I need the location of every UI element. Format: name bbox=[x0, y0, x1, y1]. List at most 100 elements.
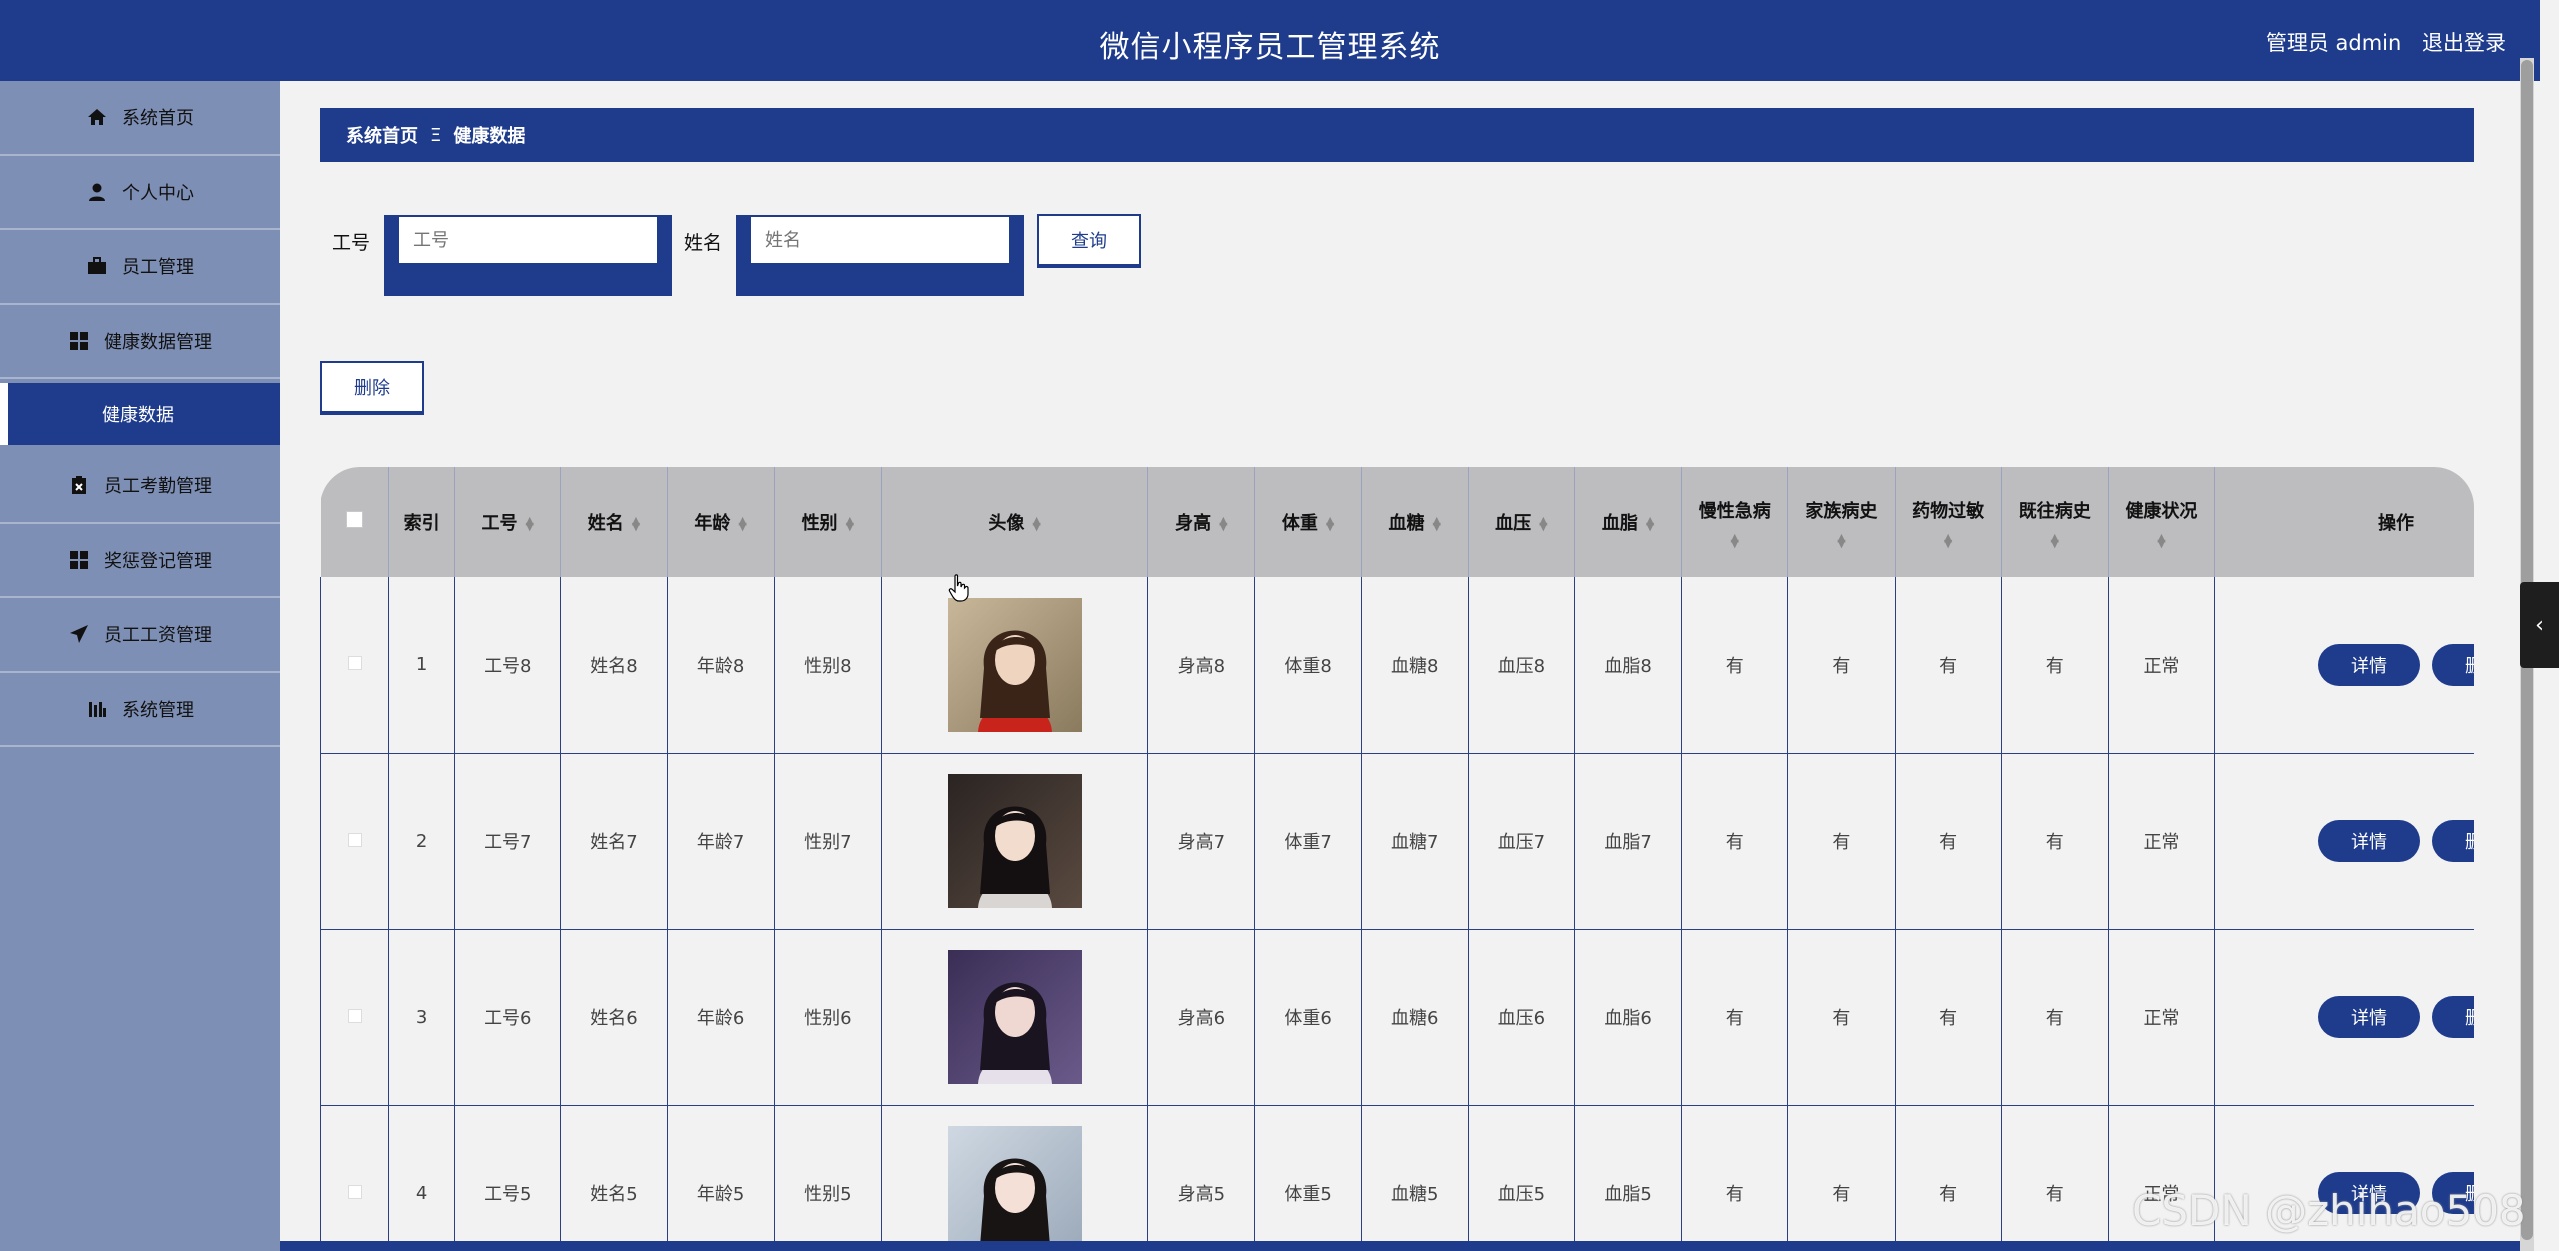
cell-age: 年龄8 bbox=[667, 577, 775, 754]
cell-sugar: 血糖5 bbox=[1361, 1105, 1469, 1251]
employee-id-input[interactable] bbox=[397, 215, 659, 265]
column-header-sortable[interactable]: 年龄 ▲ ▼ bbox=[667, 467, 775, 577]
sort-icon[interactable]: ▲ ▼ bbox=[526, 515, 534, 532]
sort-icon[interactable]: ▲ ▼ bbox=[2002, 532, 2108, 549]
sort-icon[interactable]: ▲ ▼ bbox=[846, 515, 854, 532]
column-header-sortable[interactable]: 工号 ▲ ▼ bbox=[454, 467, 562, 577]
logout-link[interactable]: 退出登录 bbox=[2422, 31, 2506, 55]
name-input[interactable] bbox=[749, 215, 1011, 265]
cell-lipid: 血脂8 bbox=[1574, 577, 1683, 754]
sidebar-item-label: 系统管理 bbox=[122, 699, 194, 721]
sidebar-item-salary[interactable]: 员工工资管理 bbox=[0, 598, 280, 673]
row-checkbox[interactable] bbox=[347, 832, 362, 847]
sidebar-item-attendance[interactable]: 员工考勤管理 bbox=[0, 449, 280, 524]
cell-lipid: 血脂5 bbox=[1574, 1105, 1683, 1251]
hand-cursor-icon bbox=[948, 574, 969, 602]
sidebar-item-label: 健康数据管理 bbox=[104, 331, 212, 353]
clipboard-icon bbox=[68, 474, 90, 496]
avatar bbox=[947, 597, 1082, 732]
sort-icon[interactable]: ▲ ▼ bbox=[738, 515, 746, 532]
cell-name: 姓名7 bbox=[560, 753, 668, 930]
sort-icon[interactable]: ▲ ▼ bbox=[2109, 532, 2214, 549]
column-header-sortable[interactable]: 性别 ▲ ▼ bbox=[774, 467, 882, 577]
column-header: 操作 bbox=[2214, 467, 2474, 577]
select-all-checkbox[interactable] bbox=[345, 511, 363, 528]
top-bar: 微信小程序员工管理系统 管理员 admin 退出登录 bbox=[0, 0, 2540, 81]
sidebar-item-home[interactable]: 系统首页 bbox=[0, 81, 280, 156]
column-header-sortable[interactable]: 健康状况 ▲ ▼ bbox=[2108, 467, 2216, 577]
sidebar-item-profile[interactable]: 个人中心 bbox=[0, 156, 280, 230]
cell-index: 2 bbox=[388, 753, 456, 930]
sidebar-item-label: 系统首页 bbox=[122, 108, 194, 130]
row-delete-button[interactable]: 删除 bbox=[2432, 996, 2474, 1038]
avatar-cell bbox=[881, 929, 1149, 1106]
cell-status: 正常 bbox=[2108, 577, 2216, 754]
row-delete-button[interactable]: 删除 bbox=[2432, 643, 2474, 686]
sidebar-item-health-data[interactable]: 健康数据 bbox=[0, 383, 280, 445]
avatar bbox=[947, 950, 1082, 1084]
sort-icon[interactable]: ▲ ▼ bbox=[1032, 515, 1040, 532]
column-header-sortable[interactable]: 药物过敏 ▲ ▼ bbox=[1895, 467, 2002, 577]
sort-icon[interactable]: ▲ ▼ bbox=[1219, 515, 1227, 532]
sidebar-item-employees[interactable]: 员工管理 bbox=[0, 230, 280, 305]
cell-index: 1 bbox=[388, 577, 456, 754]
row-select-cell bbox=[320, 753, 390, 930]
sort-icon[interactable]: ▲ ▼ bbox=[1539, 515, 1547, 532]
cell-history: 有 bbox=[2001, 753, 2109, 930]
cell-history: 有 bbox=[2001, 1105, 2109, 1251]
column-header-sortable[interactable]: 体重 ▲ ▼ bbox=[1254, 467, 1362, 577]
breadcrumb-home[interactable]: 系统首页 bbox=[346, 122, 418, 148]
actions-cell: 详情删除 bbox=[2214, 929, 2474, 1106]
sidebar-item-system[interactable]: 系统管理 bbox=[0, 673, 280, 747]
row-checkbox[interactable] bbox=[347, 656, 362, 671]
actions-cell: 详情删除 bbox=[2214, 577, 2474, 754]
chart-icon bbox=[86, 698, 108, 720]
sidebar-item-health-management[interactable]: 健康数据管理 bbox=[0, 305, 280, 379]
cell-sugar: 血糖7 bbox=[1361, 753, 1469, 930]
cell-sugar: 血糖8 bbox=[1361, 577, 1469, 754]
cell-sugar: 血糖6 bbox=[1361, 929, 1469, 1106]
collapse-panel-button[interactable]: ‹ bbox=[2520, 582, 2559, 668]
column-header-sortable[interactable]: 家族病史 ▲ ▼ bbox=[1787, 467, 1896, 577]
sidebar-item-rewards[interactable]: 奖惩登记管理 bbox=[0, 524, 280, 598]
column-header-sortable[interactable]: 姓名 ▲ ▼ bbox=[560, 467, 668, 577]
sort-icon[interactable]: ▲ ▼ bbox=[1682, 532, 1787, 549]
sort-icon[interactable]: ▲ ▼ bbox=[1433, 515, 1441, 532]
detail-button[interactable]: 详情 bbox=[2318, 820, 2420, 862]
cell-pressure: 血压7 bbox=[1468, 753, 1576, 930]
sort-icon[interactable]: ▲ ▼ bbox=[632, 515, 640, 532]
column-header-sortable[interactable]: 血脂 ▲ ▼ bbox=[1574, 467, 1683, 577]
delete-button[interactable]: 删除 bbox=[320, 361, 424, 415]
cell-age: 年龄5 bbox=[667, 1105, 775, 1251]
column-header-sortable[interactable]: 血压 ▲ ▼ bbox=[1468, 467, 1576, 577]
table-row[interactable]: 1工号8姓名8年龄8性别8身高8体重8血糖8血压8血脂8有有有有正常详情删除 bbox=[320, 577, 2474, 754]
column-header-sortable[interactable]: 血糖 ▲ ▼ bbox=[1361, 467, 1469, 577]
column-header-sortable[interactable]: 既往病史 ▲ ▼ bbox=[2001, 467, 2109, 577]
table-row[interactable]: 3工号6姓名6年龄6性别6身高6体重6血糖6血压6血脂6有有有有正常详情删除 bbox=[320, 929, 2474, 1106]
row-delete-button[interactable]: 删除 bbox=[2432, 820, 2474, 862]
cell-index: 3 bbox=[388, 929, 456, 1106]
sort-icon[interactable]: ▲ ▼ bbox=[1896, 532, 2001, 549]
column-header-sortable[interactable]: 慢性急病 ▲ ▼ bbox=[1681, 467, 1789, 577]
watermark: CSDN @zhihao508 bbox=[2132, 1186, 2526, 1235]
sort-icon[interactable]: ▲ ▼ bbox=[1646, 515, 1654, 532]
cell-family: 有 bbox=[1787, 929, 1896, 1106]
cell-gender: 性别5 bbox=[774, 1105, 882, 1251]
row-checkbox[interactable] bbox=[347, 1184, 362, 1199]
actions-cell: 详情删除 bbox=[2214, 753, 2474, 930]
column-header-sortable[interactable]: 头像 ▲ ▼ bbox=[881, 467, 1149, 577]
sort-icon[interactable]: ▲ ▼ bbox=[1788, 532, 1894, 549]
cell-pressure: 血压5 bbox=[1468, 1105, 1576, 1251]
query-button[interactable]: 查询 bbox=[1037, 214, 1141, 268]
cell-name: 姓名5 bbox=[560, 1105, 668, 1251]
sort-icon[interactable]: ▲ ▼ bbox=[1326, 515, 1334, 532]
table-row[interactable]: 2工号7姓名7年龄7性别7身高7体重7血糖7血压7血脂7有有有有正常详情删除 bbox=[320, 753, 2474, 930]
data-table: 索引 工号 ▲ ▼ 姓名 ▲ ▼ 年龄 ▲ ▼ 性别 ▲ ▼ 头像 ▲ ▼ 身高 ▲ ▼ 体重 ▲ ▼ 血糖… bbox=[320, 467, 2474, 1251]
detail-button[interactable]: 详情 bbox=[2318, 996, 2420, 1038]
detail-button[interactable]: 详情 bbox=[2318, 643, 2420, 686]
cell-height: 身高8 bbox=[1147, 577, 1256, 754]
cell-index: 4 bbox=[388, 1105, 456, 1251]
row-checkbox[interactable] bbox=[347, 1008, 362, 1023]
column-header-sortable[interactable]: 身高 ▲ ▼ bbox=[1147, 467, 1256, 577]
cell-allergy: 有 bbox=[1895, 753, 2002, 930]
